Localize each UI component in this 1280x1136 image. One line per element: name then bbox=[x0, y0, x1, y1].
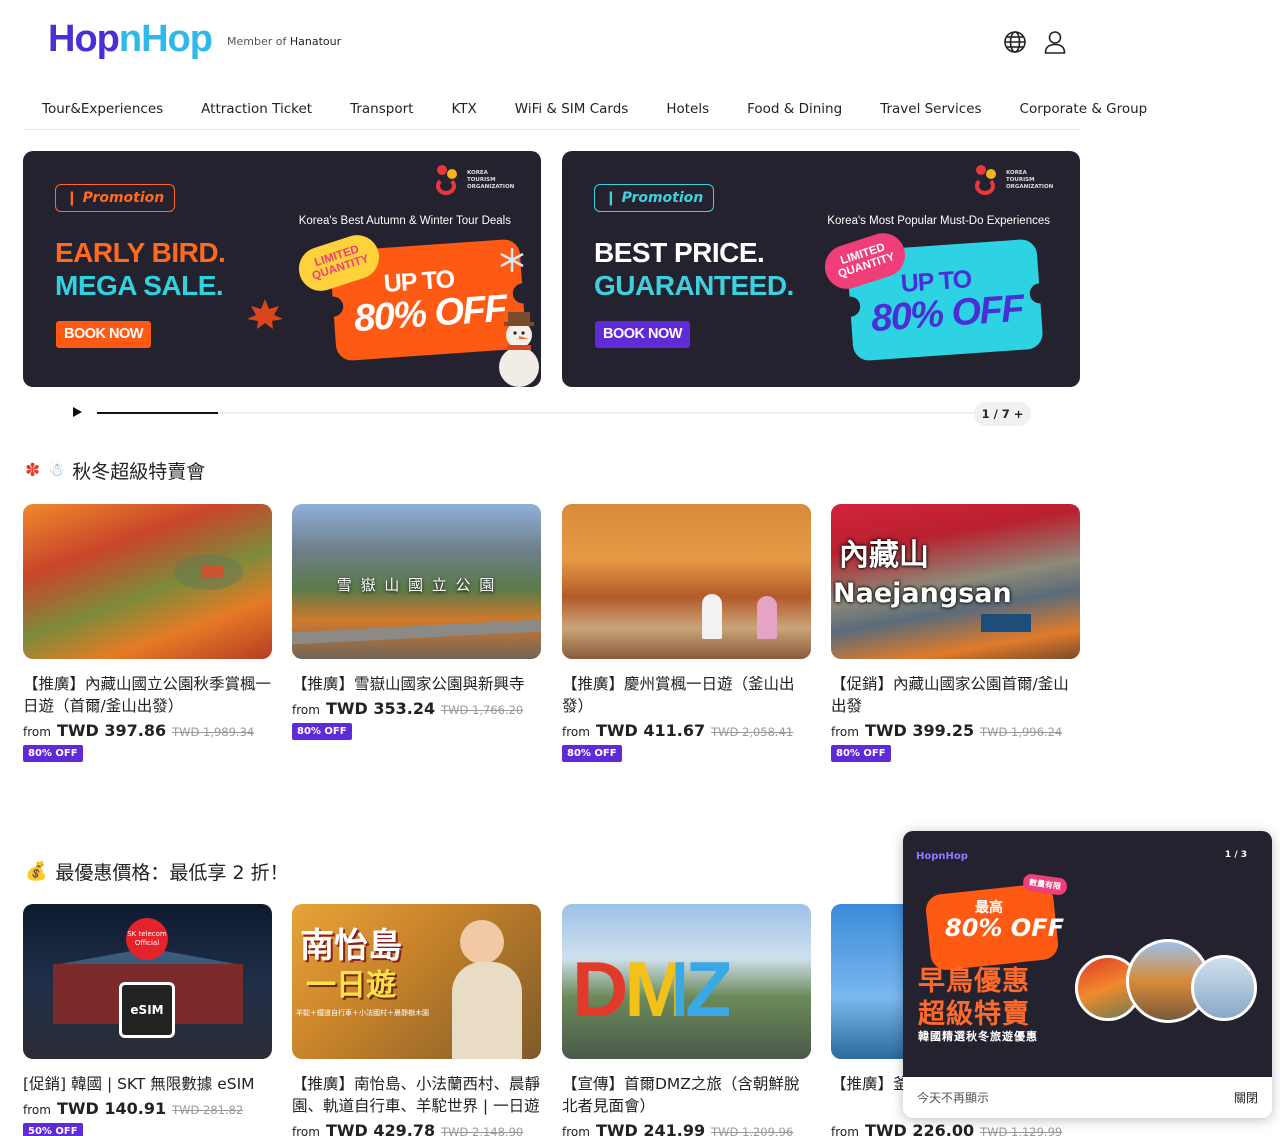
banner-headline-2: GUARANTEED. bbox=[594, 270, 794, 301]
product-card[interactable]: DMZ 【宣傳】首爾DMZ之旅（含朝鮮脫北者見面會） from TWD 241.9… bbox=[562, 904, 811, 1136]
original-price: TWD 1,766.20 bbox=[441, 703, 524, 717]
snowflake-icon bbox=[500, 248, 524, 272]
discount-badge: 80% OFF bbox=[562, 745, 622, 762]
banner-headline-1: EARLY BIRD. bbox=[55, 237, 226, 268]
money-bag-icon: 💰 bbox=[25, 861, 48, 882]
discount-badge: 80% OFF bbox=[831, 745, 891, 762]
product-card[interactable]: 雪 嶽 山 國 立 公 園 【推廣】雪嶽山國家公園與新興寺 from TWD 35… bbox=[292, 504, 541, 740]
banner-headline-1: BEST PRICE. bbox=[594, 237, 765, 268]
popup-counter: 1 / 3 bbox=[1224, 850, 1247, 860]
nav-attraction-ticket[interactable]: Attraction Ticket bbox=[182, 98, 331, 129]
original-price: TWD 1,996.24 bbox=[980, 725, 1063, 739]
book-now-button[interactable]: BOOK NOW bbox=[595, 321, 690, 348]
nav-hotels[interactable]: Hotels bbox=[647, 98, 728, 129]
product-price: TWD 411.67 bbox=[595, 721, 706, 740]
product-price: TWD 353.24 bbox=[325, 699, 436, 718]
main-nav: Tour&Experiences Attraction Ticket Trans… bbox=[23, 98, 1147, 130]
nav-corporate-group[interactable]: Corporate & Group bbox=[1001, 98, 1167, 129]
carousel-progress-fill bbox=[97, 412, 218, 414]
product-image: 南怡島 一日遊 羊駝＋鐵道自行車＋小法國村＋晨靜樹木園 bbox=[292, 904, 541, 1059]
snowman-icon bbox=[499, 312, 539, 387]
carousel-counter[interactable]: 1 / 7 + bbox=[974, 402, 1031, 426]
product-title: 【宣傳】首爾DMZ之旅（含朝鮮脫北者見面會） bbox=[562, 1075, 800, 1115]
product-title: [促銷] 韓國 | SKT 無限數據 eSIM bbox=[23, 1075, 255, 1093]
product-price: TWD 140.91 bbox=[56, 1099, 167, 1118]
product-image: 內藏山 Naejangsan bbox=[831, 504, 1080, 659]
product-title: 【促銷】內藏山國家公園首爾/釜山出發 bbox=[831, 675, 1069, 715]
kto-logo: KOREA TOURISM ORGANIZATION bbox=[433, 163, 515, 197]
discount-badge: 80% OFF bbox=[23, 745, 83, 762]
carousel-play-icon[interactable] bbox=[73, 407, 82, 417]
promotion-tag: ❙ Promotion bbox=[594, 184, 715, 212]
original-price: TWD 1,209.96 bbox=[711, 1125, 794, 1136]
product-card[interactable]: SK telecom Official eSIM [促銷] 韓國 | SKT 無… bbox=[23, 904, 272, 1136]
product-image: 雪 嶽 山 國 立 公 園 bbox=[292, 504, 541, 659]
banner-tagline: Korea's Most Popular Must-Do Experiences bbox=[827, 215, 1050, 227]
snowman-icon: ☃ bbox=[48, 460, 65, 481]
product-image: SK telecom Official eSIM bbox=[23, 904, 272, 1059]
product-image bbox=[562, 504, 811, 659]
carousel-progress-track bbox=[97, 412, 977, 414]
product-price: TWD 399.25 bbox=[864, 721, 975, 740]
popup-logo: HopnHop bbox=[916, 851, 968, 862]
book-now-button[interactable]: BOOK NOW bbox=[56, 321, 151, 348]
dont-show-today-button[interactable]: 今天不再顯示 bbox=[917, 1089, 989, 1106]
product-card[interactable]: 【推廣】內藏山國立公園秋季賞楓一日遊（首爾/釜山出發） from TWD 397.… bbox=[23, 504, 272, 762]
product-card[interactable]: 【推廣】慶州賞楓一日遊（釜山出發） from TWD 411.67 TWD 2,05… bbox=[562, 504, 811, 762]
kto-mark-icon bbox=[972, 163, 1002, 197]
discount-badge: 50% OFF bbox=[23, 1123, 83, 1136]
popup-photo-3 bbox=[1191, 955, 1257, 1021]
nav-ktx[interactable]: KTX bbox=[432, 98, 495, 129]
product-price: TWD 429.78 bbox=[325, 1121, 436, 1136]
product-price: TWD 241.99 bbox=[595, 1121, 706, 1136]
product-title: 【推廣】雪嶽山國家公園與新興寺 bbox=[292, 675, 525, 693]
maple-leaf-icon: ✽ bbox=[25, 460, 41, 481]
hopnhop-logo[interactable]: HopnHop bbox=[48, 18, 213, 61]
original-price: TWD 1,129.99 bbox=[980, 1125, 1063, 1136]
popup-image[interactable]: HopnHop 1 / 3 最高 80% OFF 數量有限 早鳥優惠 超級特賣 … bbox=[903, 831, 1272, 1077]
original-price: TWD 1,989.34 bbox=[172, 725, 255, 739]
nav-travel-services[interactable]: Travel Services bbox=[861, 98, 1000, 129]
nav-tour-experiences[interactable]: Tour&Experiences bbox=[23, 98, 182, 129]
section-title-best-price: 💰 最優惠價格：最低享 2 折！ bbox=[25, 861, 289, 884]
product-title: 【推廣】慶州賞楓一日遊（釜山出發） bbox=[562, 675, 795, 715]
popup-headline-2: 超級特賣 bbox=[918, 999, 1030, 1030]
original-price: TWD 2,058.41 bbox=[711, 725, 794, 739]
product-title: 【推廣】內藏山國立公園秋季賞楓一日遊（首爾/釜山出發） bbox=[23, 675, 272, 715]
site-header: HopnHop Member of Hanatour bbox=[0, 0, 1100, 84]
banner-headline-2: MEGA SALE. bbox=[55, 270, 224, 301]
promo-popup[interactable]: HopnHop 1 / 3 最高 80% OFF 數量有限 早鳥優惠 超級特賣 … bbox=[903, 831, 1272, 1118]
nav-food-dining[interactable]: Food & Dining bbox=[728, 98, 861, 129]
product-image: DMZ bbox=[562, 904, 811, 1059]
product-price: TWD 226.00 bbox=[864, 1121, 975, 1136]
promo-banner-best-price[interactable]: ❙ Promotion KOREA TOURISM ORGANIZATION K… bbox=[562, 151, 1080, 387]
product-card[interactable]: 南怡島 一日遊 羊駝＋鐵道自行車＋小法國村＋晨靜樹木園 【推廣】南怡島、小法蘭西… bbox=[292, 904, 541, 1136]
promotion-tag: ❙ Promotion bbox=[55, 184, 176, 212]
nav-wifi-sim[interactable]: WiFi & SIM Cards bbox=[496, 98, 648, 129]
discount-badge: 80% OFF bbox=[292, 723, 352, 740]
kto-mark-icon bbox=[433, 163, 463, 197]
member-of-hanatour: Member of Hanatour bbox=[227, 35, 342, 48]
section-title-autumn-winter: ✽ ☃ 秋冬超級特賣會 bbox=[25, 460, 206, 483]
product-image bbox=[23, 504, 272, 659]
banner-tagline: Korea's Best Autumn & Winter Tour Deals bbox=[298, 215, 511, 227]
kto-logo: KOREA TOURISM ORGANIZATION bbox=[972, 163, 1054, 197]
user-icon[interactable] bbox=[1042, 29, 1068, 55]
product-title: 【推廣】南怡島、小法蘭西村、晨靜園、軌道自行車、羊駝世界 | 一日遊 bbox=[292, 1075, 541, 1115]
maple-leaf-icon bbox=[247, 299, 283, 329]
globe-icon[interactable] bbox=[1002, 29, 1028, 55]
nav-transport[interactable]: Transport bbox=[331, 98, 432, 129]
popup-subtitle: 韓國精選秋冬旅遊優惠 bbox=[918, 1030, 1038, 1043]
promo-banner-early-bird[interactable]: ❙ Promotion KOREA TOURISM ORGANIZATION K… bbox=[23, 151, 541, 387]
original-price: TWD 281.82 bbox=[172, 1103, 244, 1117]
popup-footer: 今天不再顯示 關閉 bbox=[903, 1077, 1272, 1118]
original-price: TWD 2,148.90 bbox=[441, 1125, 524, 1136]
product-card[interactable]: 內藏山 Naejangsan 【促銷】內藏山國家公園首爾/釜山出發 from TW… bbox=[831, 504, 1080, 762]
close-popup-button[interactable]: 關閉 bbox=[1234, 1089, 1258, 1106]
product-price: TWD 397.86 bbox=[56, 721, 167, 740]
